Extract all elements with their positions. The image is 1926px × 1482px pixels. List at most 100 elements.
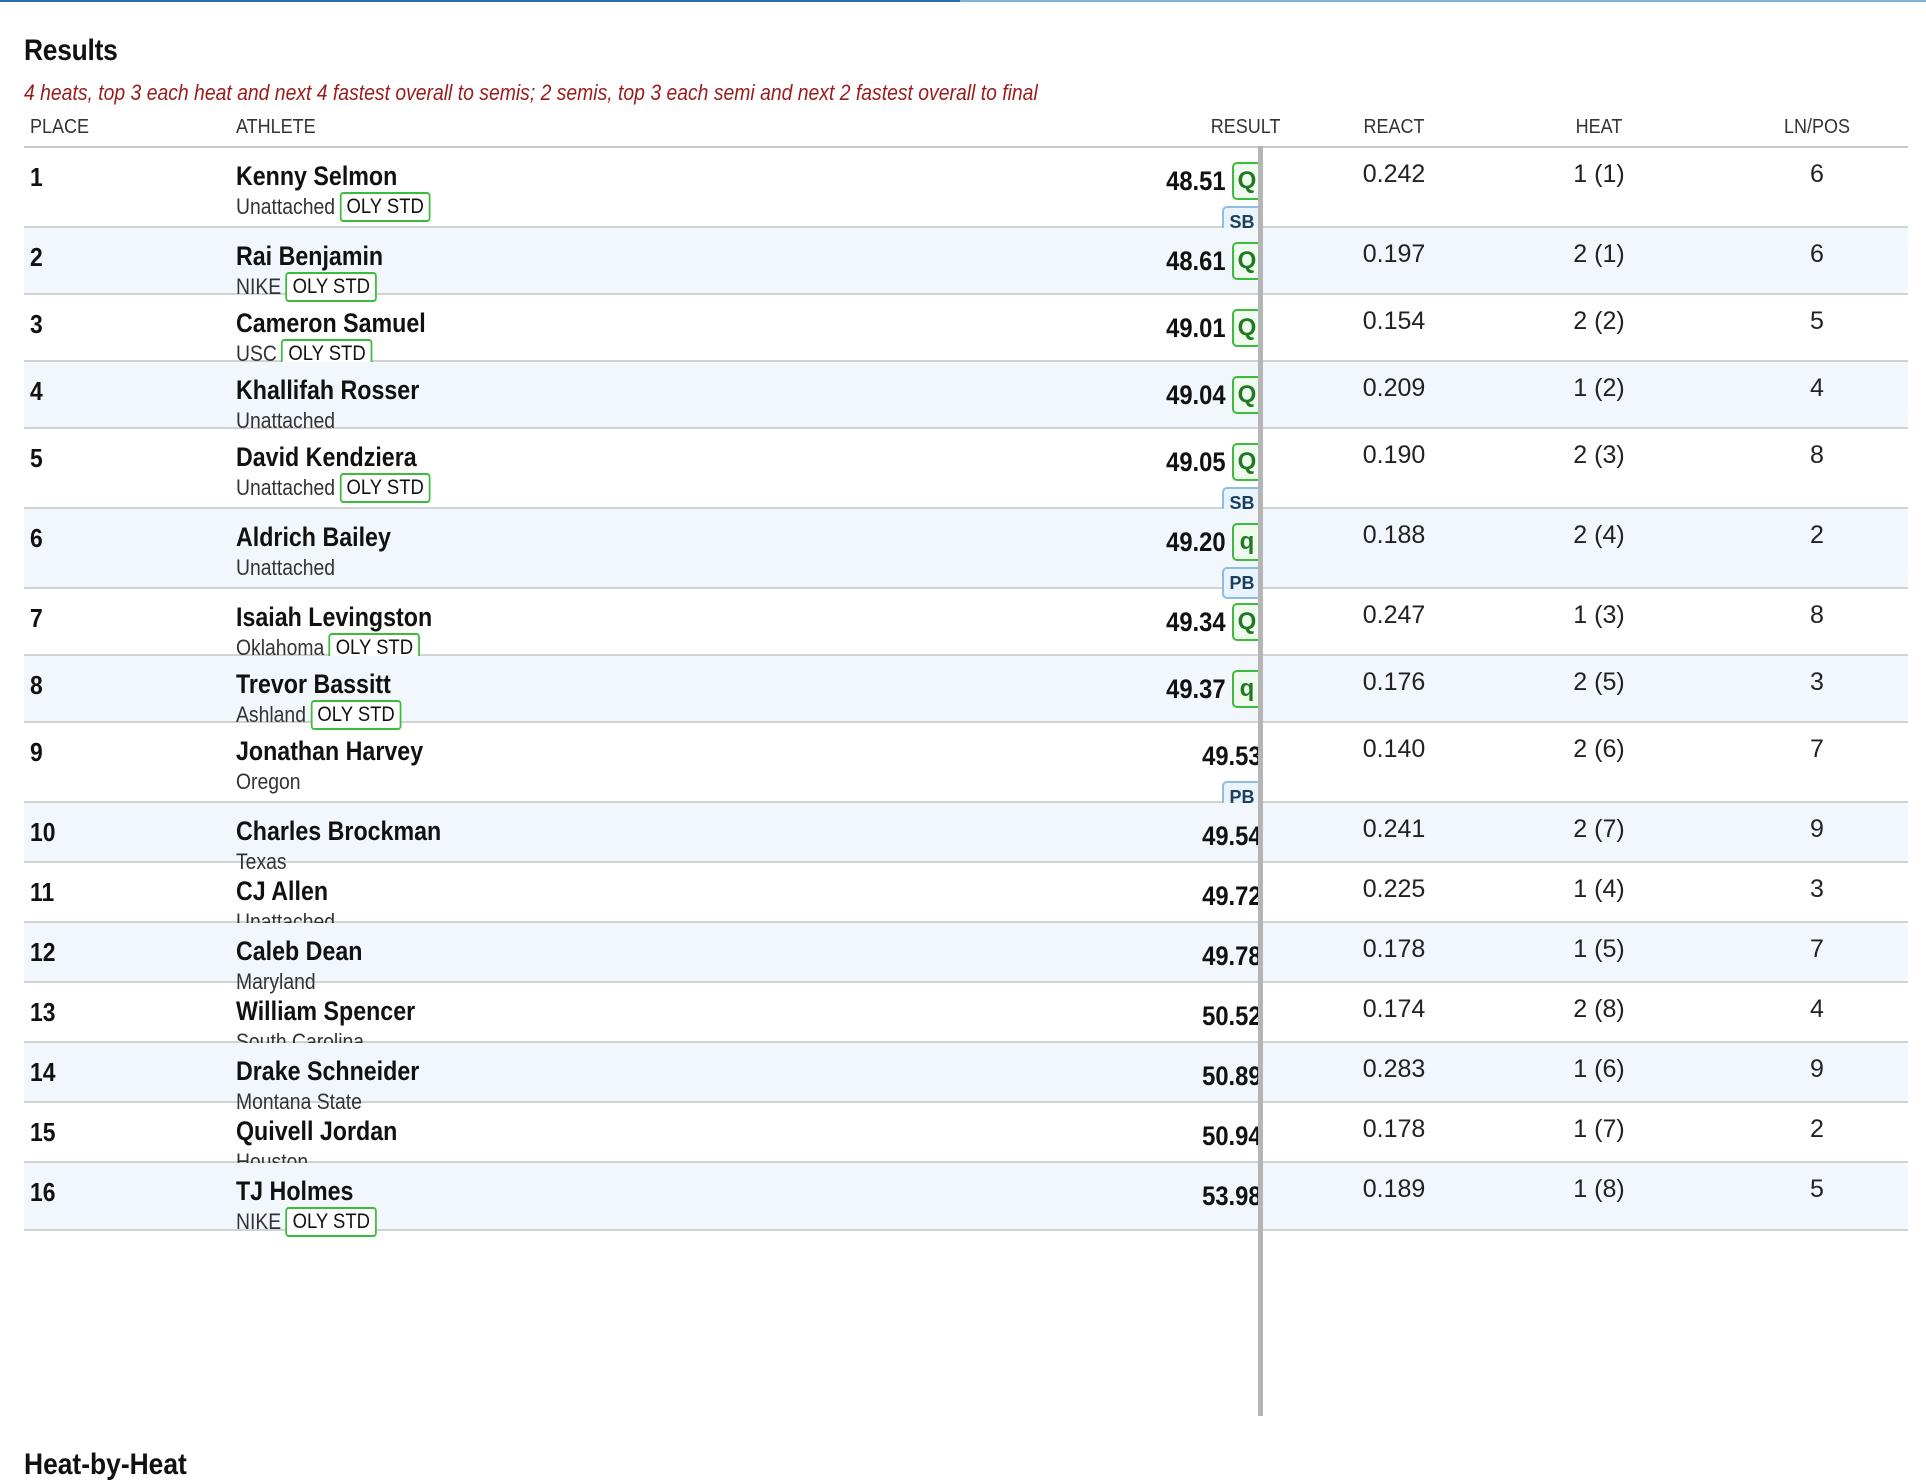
result-time: 49.78 xyxy=(1202,940,1262,971)
result-time: 48.61 xyxy=(1166,245,1226,276)
react-cell: 0.197 xyxy=(1362,240,1426,268)
athlete-team: Unattached xyxy=(236,475,336,500)
place-cell: 11 xyxy=(30,877,55,907)
table-row[interactable]: 3 Cameron Samuel USC OLY STD 49.01 Q 0.154 2 (2… xyxy=(24,295,1908,369)
lnpos-cell: 8 xyxy=(1810,601,1824,629)
athlete-name-link[interactable]: Rai Benjamin xyxy=(236,240,383,272)
column-header-result[interactable]: RESULT xyxy=(1210,116,1280,139)
place-cell: 13 xyxy=(30,997,56,1027)
lnpos-cell: 4 xyxy=(1810,995,1824,1023)
result-cell: 49.54 xyxy=(1102,815,1262,857)
athlete-cell: Cameron Samuel USC OLY STD xyxy=(236,307,457,369)
lnpos-cell: 7 xyxy=(1810,735,1824,763)
table-row[interactable]: 9 Jonathan Harvey Oregon 49.53 PB 0.140 2 (6) 7 xyxy=(24,723,1908,813)
results-table: PLACE ATHLETE RESULT REACT HEAT LN/POS 1… xyxy=(24,110,1908,1416)
heat-cell: 1 (5) xyxy=(1573,935,1625,963)
react-cell: 0.209 xyxy=(1362,374,1426,402)
table-row[interactable]: 8 Trevor Bassitt Ashland OLY STD 49.37 q 0.176… xyxy=(24,656,1908,730)
heat-by-heat-heading: Heat-by-Heat xyxy=(24,1448,187,1481)
athlete-cell: Isaiah Levingston Oklahoma OLY STD xyxy=(236,601,464,663)
athlete-name-link[interactable]: Khallifah Rosser xyxy=(236,374,419,406)
athlete-name-link[interactable]: Quivell Jordan xyxy=(236,1115,397,1147)
heat-cell: 2 (4) xyxy=(1573,521,1625,549)
athlete-name-link[interactable]: David Kendziera xyxy=(236,441,426,473)
athlete-cell: Jonathan Harvey Oregon xyxy=(236,735,454,797)
athlete-affiliation: NIKE OLY STD xyxy=(236,1207,378,1237)
athlete-name-link[interactable]: CJ Allen xyxy=(236,875,333,907)
athlete-name-link[interactable]: TJ Holmes xyxy=(236,1175,374,1207)
athlete-name-link[interactable]: Isaiah Levingston xyxy=(236,601,432,633)
athlete-name-link[interactable]: William Spencer xyxy=(236,995,415,1027)
athlete-name-link[interactable]: Kenny Selmon xyxy=(236,160,426,192)
result-cell: 49.53 PB xyxy=(1102,735,1262,813)
lnpos-cell: 9 xyxy=(1810,1055,1824,1083)
lnpos-cell: 2 xyxy=(1810,1115,1824,1143)
athlete-name-link[interactable]: Cameron Samuel xyxy=(236,307,426,339)
table-row[interactable]: 10 Charles Brockman Texas 49.54 0.241 2 (7) 9 xyxy=(24,803,1908,874)
place-cell: 9 xyxy=(30,737,43,767)
column-header-place[interactable]: PLACE xyxy=(30,116,89,139)
table-row[interactable]: 15 Quivell Jordan Houston 50.94 0.178 1 (7) 2 xyxy=(24,1103,1908,1174)
table-row[interactable]: 1 Kenny Selmon Unattached OLY STD 48.51 Q SB 0.… xyxy=(24,148,1908,238)
table-row[interactable]: 13 William Spencer South Carolina 50.52 0.17… xyxy=(24,983,1908,1054)
athlete-name-link[interactable]: Jonathan Harvey xyxy=(236,735,423,767)
result-time: 50.52 xyxy=(1202,1000,1262,1031)
table-row[interactable]: 7 Isaiah Levingston Oklahoma OLY STD 49.34 Q 0… xyxy=(24,589,1908,663)
heat-cell: 1 (8) xyxy=(1573,1175,1625,1203)
result-cell: 48.61 Q xyxy=(1102,240,1262,282)
athlete-name-link[interactable]: Aldrich Bailey xyxy=(236,521,391,553)
athlete-name-link[interactable]: Charles Brockman xyxy=(236,815,441,847)
table-row[interactable]: 14 Drake Schneider Montana State 50.89 0.283… xyxy=(24,1043,1908,1114)
heat-cell: 1 (3) xyxy=(1573,601,1625,629)
lnpos-cell: 6 xyxy=(1810,160,1824,188)
react-cell: 0.174 xyxy=(1362,995,1426,1023)
result-cell: 48.51 Q SB xyxy=(1102,160,1262,238)
result-time: 49.72 xyxy=(1202,880,1262,911)
table-row[interactable]: 16 TJ Holmes NIKE OLY STD 53.98 0.189 1 (8) 5 xyxy=(24,1163,1908,1237)
place-cell: 5 xyxy=(30,443,43,473)
react-cell: 0.154 xyxy=(1362,307,1426,335)
athlete-affiliation: Unattached OLY STD xyxy=(236,473,431,503)
result-cell: 49.78 xyxy=(1102,935,1262,977)
result-cell: 49.20 q PB xyxy=(1102,521,1262,599)
result-cell: 49.01 Q xyxy=(1102,307,1262,349)
react-cell: 0.188 xyxy=(1362,521,1426,549)
column-header-lnpos[interactable]: LN/POS xyxy=(1768,116,1867,139)
qualification-note: 4 heats, top 3 each heat and next 4 fast… xyxy=(24,80,1038,105)
athlete-name-link[interactable]: Caleb Dean xyxy=(236,935,362,967)
table-row[interactable]: 11 CJ Allen Unattached 49.72 0.225 1 (4) 3 xyxy=(24,863,1908,934)
result-time: 49.34 xyxy=(1166,606,1226,637)
column-header-react[interactable]: REACT xyxy=(1349,116,1439,139)
athlete-cell: Aldrich Bailey Unattached xyxy=(236,521,416,583)
react-cell: 0.189 xyxy=(1362,1175,1426,1203)
column-header-athlete[interactable]: ATHLETE xyxy=(236,116,316,139)
heat-cell: 2 (1) xyxy=(1573,240,1625,268)
place-cell: 6 xyxy=(30,523,43,553)
athlete-team: Unattached xyxy=(236,194,336,219)
lnpos-cell: 3 xyxy=(1810,875,1824,903)
heat-cell: 1 (6) xyxy=(1573,1055,1625,1083)
place-cell: 15 xyxy=(30,1117,56,1147)
table-row[interactable]: 5 David Kendziera Unattached OLY STD 49.05 Q S… xyxy=(24,429,1908,519)
result-time: 50.89 xyxy=(1202,1060,1262,1091)
table-row[interactable]: 2 Rai Benjamin NIKE OLY STD 48.61 Q 0.197 2 (1)… xyxy=(24,228,1908,302)
lnpos-cell: 3 xyxy=(1810,668,1824,696)
heat-cell: 1 (4) xyxy=(1573,875,1625,903)
lnpos-cell: 4 xyxy=(1810,374,1824,402)
result-cell: 50.52 xyxy=(1102,995,1262,1037)
athlete-team: Oregon xyxy=(236,769,301,794)
place-cell: 12 xyxy=(30,937,56,967)
athlete-name-link[interactable]: Trevor Bassitt xyxy=(236,668,398,700)
column-header-heat[interactable]: HEAT xyxy=(1554,116,1644,139)
top-accent-bar xyxy=(0,0,1926,3)
react-cell: 0.247 xyxy=(1362,601,1426,629)
place-cell: 2 xyxy=(30,242,43,272)
athlete-affiliation: Unattached OLY STD xyxy=(236,192,431,222)
place-cell: 8 xyxy=(30,670,43,700)
table-row[interactable]: 4 Khallifah Rosser Unattached 49.04 Q 0.209 1 … xyxy=(24,362,1908,433)
athlete-name-link[interactable]: Drake Schneider xyxy=(236,1055,419,1087)
result-time: 48.51 xyxy=(1166,165,1226,196)
result-cell: 49.37 q xyxy=(1102,668,1262,710)
table-row[interactable]: 12 Caleb Dean Maryland 49.78 0.178 1 (5) 7 xyxy=(24,923,1908,994)
table-row[interactable]: 6 Aldrich Bailey Unattached 49.20 q PB 0.188 2 … xyxy=(24,509,1908,599)
